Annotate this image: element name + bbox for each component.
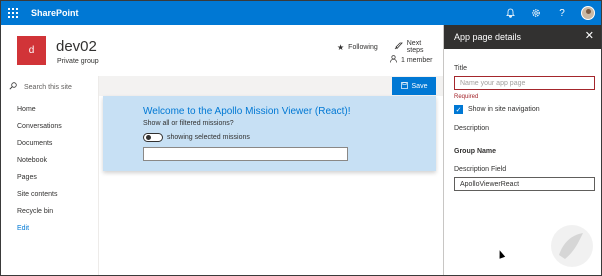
nav-item-home[interactable]: Home	[17, 106, 36, 113]
description-field-input[interactable]: ApolloViewerReact	[454, 177, 595, 191]
bell-icon[interactable]	[497, 1, 523, 25]
save-icon	[400, 81, 408, 91]
nav-item-notebook[interactable]: Notebook	[17, 157, 47, 164]
site-title[interactable]: dev02	[56, 38, 97, 55]
required-error: Required	[454, 94, 479, 100]
members-button[interactable]: 1 member	[390, 55, 433, 65]
site-logo[interactable]: d	[17, 36, 46, 65]
show-in-nav-label: Show in site navigation	[468, 106, 540, 113]
suite-bar: SharePoint ?	[1, 1, 601, 25]
waffle-icon[interactable]	[1, 1, 25, 25]
search-icon	[9, 82, 17, 92]
mission-filter-input[interactable]	[143, 147, 348, 161]
toggle-label: showing selected missions	[167, 134, 250, 141]
members-label: 1 member	[401, 56, 433, 64]
watermark-logo	[551, 225, 593, 267]
apollo-webpart[interactable]: Welcome to the Apollo Mission Viewer (Re…	[103, 96, 436, 171]
close-icon[interactable]: ✕	[585, 30, 594, 42]
missions-toggle[interactable]	[143, 133, 163, 142]
avatar[interactable]	[575, 1, 601, 25]
nav-edit-link[interactable]: Edit	[17, 225, 29, 232]
help-icon[interactable]: ?	[549, 1, 575, 25]
save-button[interactable]: Save	[392, 77, 436, 95]
site-header: d dev02 Private group ★ Following Next s…	[1, 25, 443, 76]
browser-frame: SharePoint ? d dev02 Private group ★ Fol…	[0, 0, 602, 276]
nav-item-recycle-bin[interactable]: Recycle bin	[17, 208, 53, 215]
following-label: Following	[348, 43, 378, 51]
next-steps-button[interactable]: Next steps	[394, 40, 427, 54]
nav-item-documents[interactable]: Documents	[17, 140, 52, 147]
title-label: Title	[454, 65, 467, 72]
title-input[interactable]: Name your app page	[454, 76, 595, 90]
following-button[interactable]: ★ Following	[337, 43, 378, 52]
nav-item-pages[interactable]: Pages	[17, 174, 37, 181]
save-label: Save	[411, 82, 428, 90]
description-label: Description	[454, 125, 490, 132]
next-steps-label: Next steps	[406, 40, 424, 54]
title-placeholder: Name your app page	[460, 79, 526, 87]
show-in-nav-row[interactable]: ✓ Show in site navigation	[454, 105, 540, 114]
left-navigation: Search this site Home Conversations Docu…	[1, 76, 99, 275]
person-icon	[390, 55, 397, 65]
site-search[interactable]: Search this site	[9, 80, 97, 94]
app-brand[interactable]: SharePoint	[31, 8, 79, 18]
nav-item-site-contents[interactable]: Site contents	[17, 191, 57, 198]
checkbox-checked-icon[interactable]: ✓	[454, 105, 463, 114]
gear-icon[interactable]	[523, 1, 549, 25]
search-placeholder: Search this site	[24, 83, 72, 91]
panel-title: App page details	[454, 32, 522, 42]
description-field-label: Description Field	[454, 166, 507, 173]
command-bar: Save	[99, 76, 443, 96]
rocket-icon	[394, 42, 403, 52]
description-field-value: ApolloViewerReact	[460, 180, 520, 188]
nav-item-conversations[interactable]: Conversations	[17, 123, 62, 130]
panel-header: App page details ✕	[444, 25, 601, 49]
webpart-title: Welcome to the Apollo Mission Viewer (Re…	[143, 106, 351, 117]
filter-question: Show all or filtered missions?	[143, 120, 234, 127]
group-name-heading: Group Name	[454, 148, 497, 155]
site-subtitle: Private group	[57, 58, 99, 65]
star-icon: ★	[337, 42, 345, 52]
